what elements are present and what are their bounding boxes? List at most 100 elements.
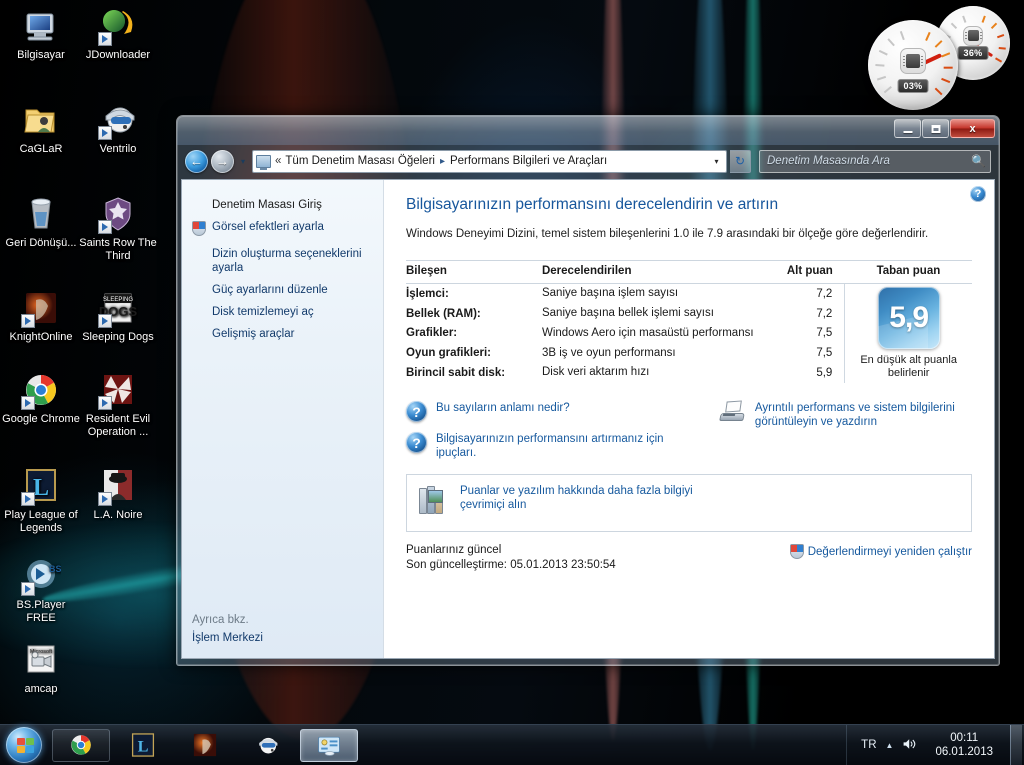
address-dropdown-icon[interactable]: ▾: [709, 157, 724, 166]
cpu-gauge[interactable]: 03%: [868, 20, 958, 110]
memory-chip-icon: [963, 25, 983, 46]
link-label: Bilgisayarınızın performansını artırmanı…: [436, 433, 664, 459]
desktop-icon-resident-evil[interactable]: Resident Evil Operation ...: [79, 370, 157, 438]
desktop-icon-la-noire[interactable]: L.A. Noire: [79, 466, 157, 522]
shortcut-overlay-icon: [98, 32, 112, 46]
link-performance-tips[interactable]: ? Bilgisayarınızın performansını artırma…: [406, 432, 720, 460]
sidebar-item-visual-effects[interactable]: Görsel efektleri ayarla: [182, 216, 383, 243]
rating-table: Bileşen Derecelendirilen Alt puan Taban …: [406, 260, 972, 383]
volume-icon[interactable]: [902, 737, 918, 754]
la-noire-icon: [98, 466, 138, 506]
cpu-ram-meter-gadget[interactable]: 36% 03%: [868, 6, 1016, 110]
row-component: Grafikler:: [406, 327, 458, 340]
maximize-button[interactable]: [922, 119, 949, 138]
row-component: Bellek (RAM):: [406, 307, 481, 320]
row-rated: 3B iş ve oyun performansı: [541, 346, 676, 359]
row-subscore: 7,2: [816, 307, 833, 320]
row-rated: Disk veri aktarım hızı: [541, 366, 650, 379]
sidebar-see-also: Ayrıca bkz. İşlem Merkezi: [182, 612, 383, 644]
show-desktop-button[interactable]: [1010, 725, 1022, 765]
search-box[interactable]: Denetim Masasında Ara 🔍: [759, 149, 991, 173]
desktop-icon-sleeping-dogs[interactable]: SLEEPING DOGS Sleeping Dogs: [79, 288, 157, 344]
navigation-bar: ← → ▾ « Tüm Denetim Masası Öğeleri ▸ Per…: [177, 145, 999, 177]
base-score-badge: 5,9: [877, 287, 940, 349]
uac-shield-icon: [789, 543, 804, 561]
taskbar-button-ventrilo[interactable]: [238, 729, 296, 762]
help-button[interactable]: ?: [970, 186, 986, 202]
minimize-button[interactable]: [894, 119, 921, 138]
desktop-icon-label: BS.Player FREE: [16, 599, 66, 624]
row-component: Oyun grafikleri:: [406, 347, 491, 360]
address-bar[interactable]: « Tüm Denetim Masası Öğeleri ▸ Performan…: [252, 149, 727, 173]
printer-icon: [719, 400, 746, 422]
desktop-icon-jdownloader[interactable]: JDownloader: [79, 6, 157, 62]
bsplayer-icon: BS: [21, 556, 62, 596]
desktop-icon-recycle-bin[interactable]: Geri Dönüşü...: [2, 194, 80, 250]
link-what-do-numbers-mean[interactable]: ? Bu sayıların anlamı nedir?: [406, 401, 720, 422]
sidebar-item-disk-cleanup[interactable]: Disk temizlemeyi aç: [182, 301, 383, 323]
desktop-icon-bsplayer[interactable]: BS BS.Player FREE: [2, 556, 80, 624]
back-button[interactable]: ←: [185, 149, 208, 173]
desktop-icon-amcap[interactable]: Microsoft amcap: [2, 640, 80, 696]
info-links: ? Bu sayıların anlamı nedir? ? Bilgisaya…: [406, 400, 972, 470]
start-button[interactable]: [0, 725, 48, 765]
taskbar-button-league-of-legends[interactable]: L: [114, 729, 172, 762]
taskbar-button-knightonline[interactable]: [176, 729, 234, 762]
see-also-header: Ayrıca bkz.: [192, 614, 249, 626]
back-arrow-icon: ←: [190, 153, 203, 169]
sidebar-item-indexing-options[interactable]: Dizin oluşturma seçeneklerini ayarla: [182, 243, 383, 279]
link-label[interactable]: Puanlar ve yazılım hakkında daha fazla b…: [460, 484, 710, 512]
desktop-icon-knightonline[interactable]: KnightOnline: [2, 288, 80, 344]
desktop-icon-league-of-legends[interactable]: L Play League of Legends: [2, 466, 80, 534]
window-title-bar[interactable]: x: [177, 116, 999, 145]
online-info-panel[interactable]: Puanlar ve yazılım hakkında daha fazla b…: [406, 474, 972, 532]
sidebar-item-action-center[interactable]: İşlem Merkezi: [192, 632, 373, 644]
row-rated: Saniye başına işlem sayısı: [541, 287, 679, 300]
sidebar-item-control-panel-home[interactable]: Denetim Masası Giriş: [182, 194, 383, 216]
user-folder-icon: [21, 100, 61, 140]
desktop-icon-chrome[interactable]: Google Chrome: [2, 370, 80, 426]
refresh-button[interactable]: ↻: [730, 149, 751, 173]
taskbar-button-chrome[interactable]: [52, 728, 110, 762]
desktop-icon-label: Ventrilo: [99, 143, 137, 155]
column-header-component: Bileşen: [406, 260, 542, 284]
cpu-readout: 03%: [897, 79, 929, 94]
breadcrumb-separator-icon[interactable]: ▸: [437, 156, 448, 167]
shortcut-overlay-icon: [98, 314, 112, 328]
chrome-icon: [21, 370, 61, 410]
breadcrumb-overflow-chevrons[interactable]: «: [275, 155, 283, 167]
search-input[interactable]: Denetim Masasında Ara: [767, 155, 971, 167]
link-print-details[interactable]: Ayrıntılı performans ve sistem bilgileri…: [719, 400, 972, 429]
desktop-icon-label: Google Chrome: [2, 413, 80, 425]
taskbar-button-control-panel[interactable]: [300, 728, 358, 762]
forward-arrow-icon: →: [216, 153, 229, 169]
link-label: Bu sayıların anlamı nedir?: [436, 402, 570, 414]
breadcrumb-item-0[interactable]: Tüm Denetim Masası Öğeleri: [283, 155, 437, 167]
sidebar-item-advanced-tools[interactable]: Gelişmiş araçlar: [182, 323, 383, 345]
refresh-icon: ↻: [734, 154, 746, 168]
shortcut-overlay-icon: [98, 220, 112, 234]
desktop-icon-label: Sleeping Dogs: [82, 331, 154, 343]
base-score-caption: En düşük alt puanla belirlenir: [860, 354, 957, 379]
desktop-icon-ventrilo[interactable]: Ventrilo: [79, 100, 157, 156]
computer-icon: [21, 6, 61, 46]
rerun-assessment-button[interactable]: Değerlendirmeyi yeniden çalıştır: [789, 543, 972, 561]
desktop-icon-label: amcap: [24, 683, 58, 695]
sidebar-item-power-settings[interactable]: Güç ayarlarını düzenle: [182, 279, 383, 301]
breadcrumb-item-1[interactable]: Performans Bilgileri ve Araçları: [448, 155, 609, 167]
recycle-bin-icon: [21, 194, 61, 234]
row-subscore: 7,5: [816, 327, 833, 340]
window-body: Denetim Masası Giriş Görsel efektleri ay…: [181, 179, 995, 659]
desktop-icon-caglar[interactable]: CaGLaR: [2, 100, 80, 156]
desktop-icon-bilgisayar[interactable]: Bilgisayar: [2, 6, 80, 62]
clock[interactable]: 00:11 06.01.2013: [927, 731, 1001, 759]
language-indicator[interactable]: TR: [861, 739, 876, 751]
show-hidden-icons-button[interactable]: ▲: [886, 741, 894, 750]
recent-pages-button[interactable]: ▾: [237, 157, 249, 166]
desktop-icon-saints-row[interactable]: Saints Row The Third: [79, 194, 157, 262]
close-button[interactable]: x: [950, 119, 995, 138]
row-subscore: 7,2: [816, 287, 833, 300]
cpu-chip-icon: [900, 48, 926, 75]
performance-information-window[interactable]: x ← → ▾ « Tüm Denetim Masası Öğeleri ▸ P…: [176, 115, 1000, 666]
forward-button[interactable]: →: [211, 149, 234, 173]
